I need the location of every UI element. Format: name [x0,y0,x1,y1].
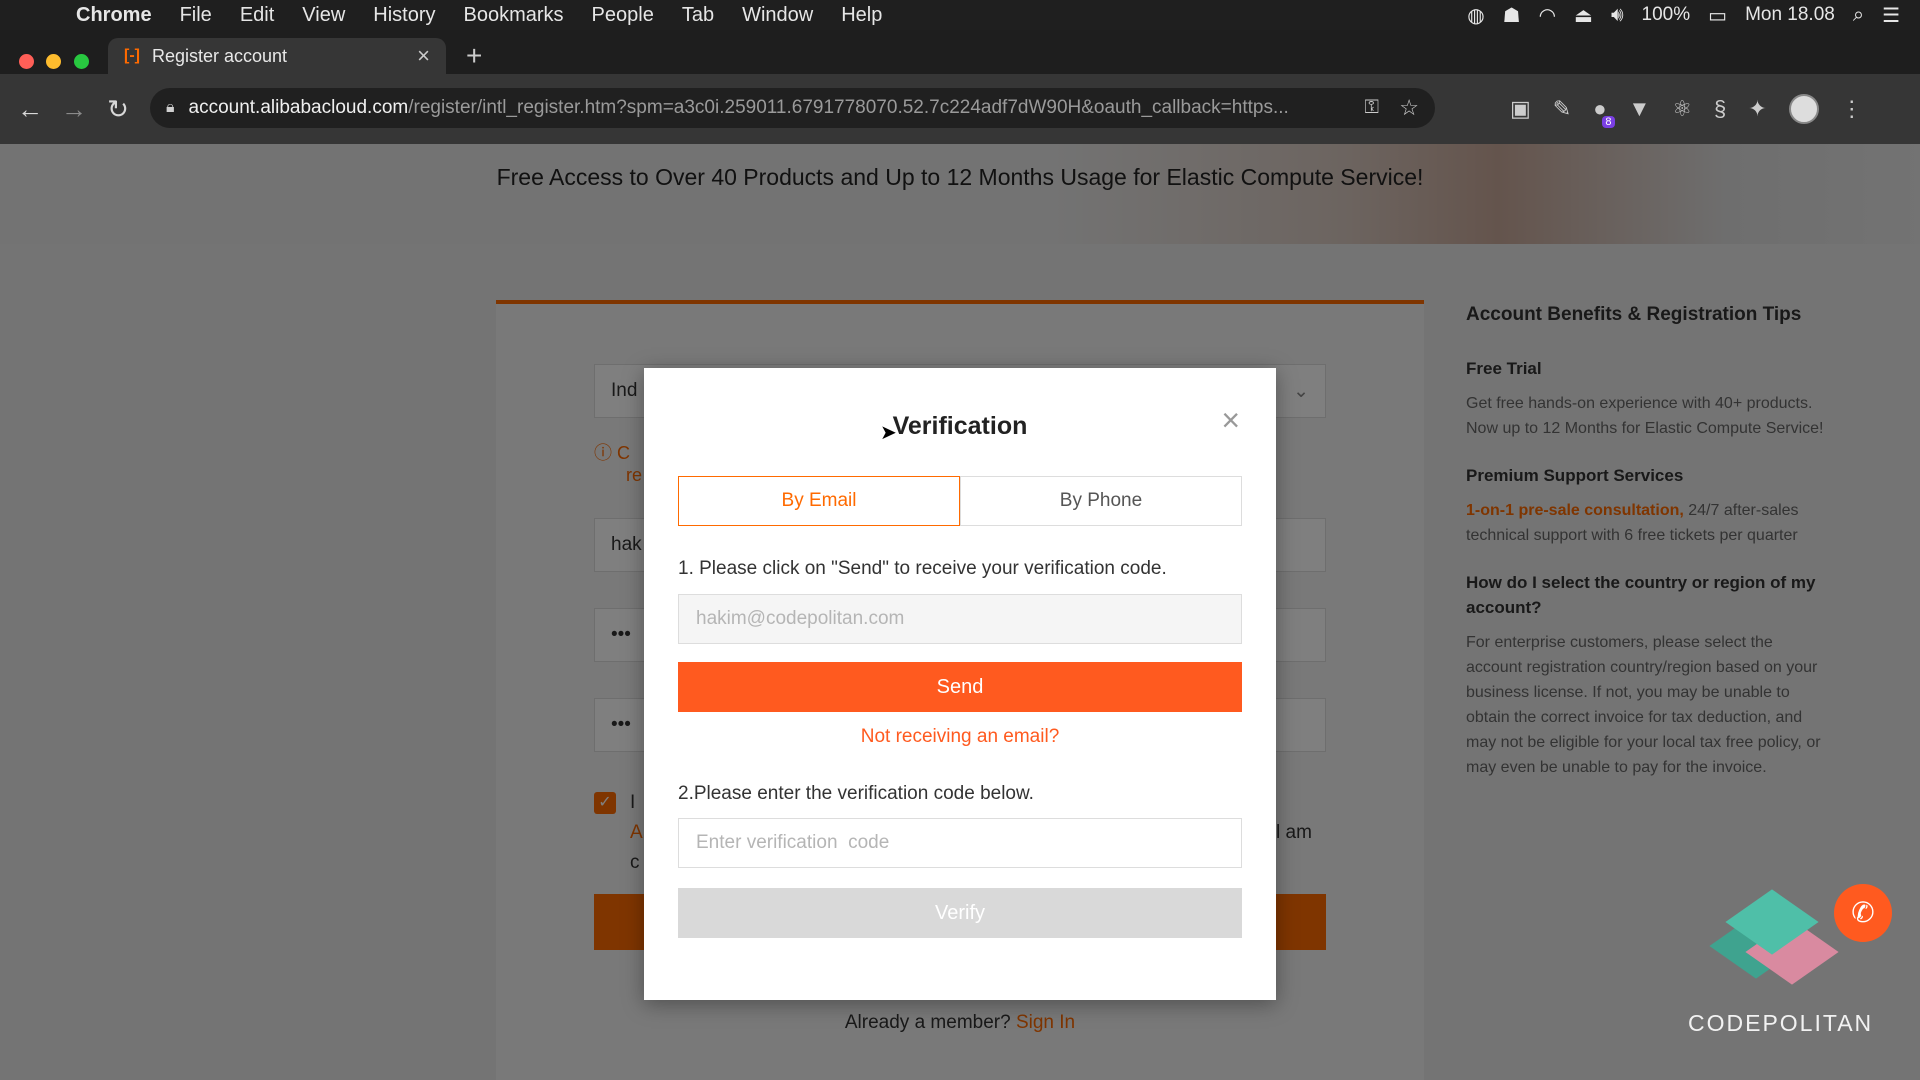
new-tab-button[interactable]: + [466,40,482,72]
back-arrow-icon[interactable]: ← [8,94,52,125]
battery-icon[interactable]: ▭ [1708,3,1727,28]
address-bar[interactable]: 🔒︎ account.alibabacloud.com /register/in… [150,88,1435,128]
modal-title: Verification [892,412,1028,440]
alibaba-favicon-icon: [-] [124,47,140,64]
menu-window[interactable]: Window [742,4,813,27]
drive-icon[interactable]: ☗ [1503,3,1521,28]
menu-tab[interactable]: Tab [682,4,714,27]
react-extension-icon[interactable]: ⚛ [1672,96,1692,122]
codepolitan-logo-text: CODEPOLITAN [1688,1010,1874,1036]
menu-app-name[interactable]: Chrome [76,4,152,27]
browser-toolbar: ← → ↻ 🔒︎ account.alibabacloud.com /regis… [0,74,1920,144]
tab-title: Register account [151,45,288,66]
verify-button[interactable]: Verify [678,888,1242,938]
window-minimize-button[interactable] [46,54,61,69]
tab-by-phone[interactable]: By Phone [960,476,1242,526]
menu-view[interactable]: View [302,4,345,27]
lock-icon[interactable]: 🔒︎ [166,99,175,117]
verification-code-input[interactable] [678,818,1242,868]
window-close-button[interactable] [19,54,34,69]
menu-bookmarks[interactable]: Bookmarks [464,4,564,27]
extensions-area: ▣ ✎ ● 8 ▼ ⚛ § ✦ ⋮ [1510,74,1863,144]
spotlight-search-icon[interactable]: ⌕ [1853,4,1864,27]
vue-extension-icon[interactable]: ▼ [1629,96,1651,122]
email-field[interactable] [678,594,1242,644]
badge-extension-icon[interactable]: ● 8 [1593,96,1615,128]
not-receiving-email-link[interactable]: Not receiving an email? [644,726,1276,748]
battery-percent: 100% [1641,4,1691,25]
profile-avatar[interactable] [1788,94,1819,124]
phone-contact-button[interactable]: ✆ [1834,884,1892,942]
bookmark-star-icon[interactable]: ☆ [1399,95,1419,121]
menu-people[interactable]: People [592,4,654,27]
menu-edit[interactable]: Edit [240,4,274,27]
step2-instruction: 2.Please enter the verification code bel… [678,783,1034,804]
wifi-icon[interactable]: ◠ [1539,3,1556,28]
volume-icon[interactable]: 🔊︎ [1611,4,1624,27]
s-extension-icon[interactable]: § [1714,96,1726,122]
mouse-cursor-icon: ➤ [880,422,897,444]
menu-history[interactable]: History [373,4,435,27]
url-path: /register/intl_register.htm?spm=a3c0i.25… [408,97,1289,118]
key-icon[interactable]: ⚿ [1365,97,1379,119]
verification-modal: Verification ➤ × By Email By Phone 1. Pl… [644,368,1276,1000]
modal-close-icon[interactable]: × [1221,404,1240,436]
url-host: account.alibabacloud.com [188,97,409,118]
menu-help[interactable]: Help [841,4,882,27]
sync-icon[interactable]: ◍ [1467,3,1484,28]
extension-badge-count: 8 [1602,116,1615,128]
window-zoom-button[interactable] [74,54,89,69]
pen-extension-icon[interactable]: ✎ [1553,96,1571,122]
step1-instruction: 1. Please click on "Send" to receive you… [678,558,1167,579]
tab-by-email[interactable]: By Email [678,476,960,526]
extensions-puzzle-icon[interactable]: ✦ [1748,96,1766,122]
forward-arrow-icon[interactable]: → [52,94,96,125]
codepolitan-logo-icon [1709,884,1839,1004]
browser-tab[interactable]: [-] Register account × [108,38,446,74]
menubar-clock[interactable]: Mon 18.08 [1745,4,1835,26]
menubar-status-area: ◍ ☗ ◠ ⏏ 🔊︎ 100% ▭ Mon 18.08 ⌕ ☰ [1467,0,1900,30]
mac-menubar: Chrome File Edit View History Bookmarks … [0,0,1920,30]
chrome-menu-icon[interactable]: ⋮ [1841,96,1863,122]
reload-icon[interactable]: ↻ [96,94,140,125]
send-button[interactable]: Send [678,662,1242,712]
menu-file[interactable]: File [180,4,212,27]
verification-method-tabs: By Email By Phone [678,476,1242,526]
browser-tab-strip: [-] Register account × + [0,30,1920,74]
tab-close-icon[interactable]: × [417,43,430,69]
translate-extension-icon[interactable]: ▣ [1510,96,1531,122]
notification-center-icon[interactable]: ☰ [1882,3,1900,28]
eject-icon[interactable]: ⏏ [1574,3,1593,28]
